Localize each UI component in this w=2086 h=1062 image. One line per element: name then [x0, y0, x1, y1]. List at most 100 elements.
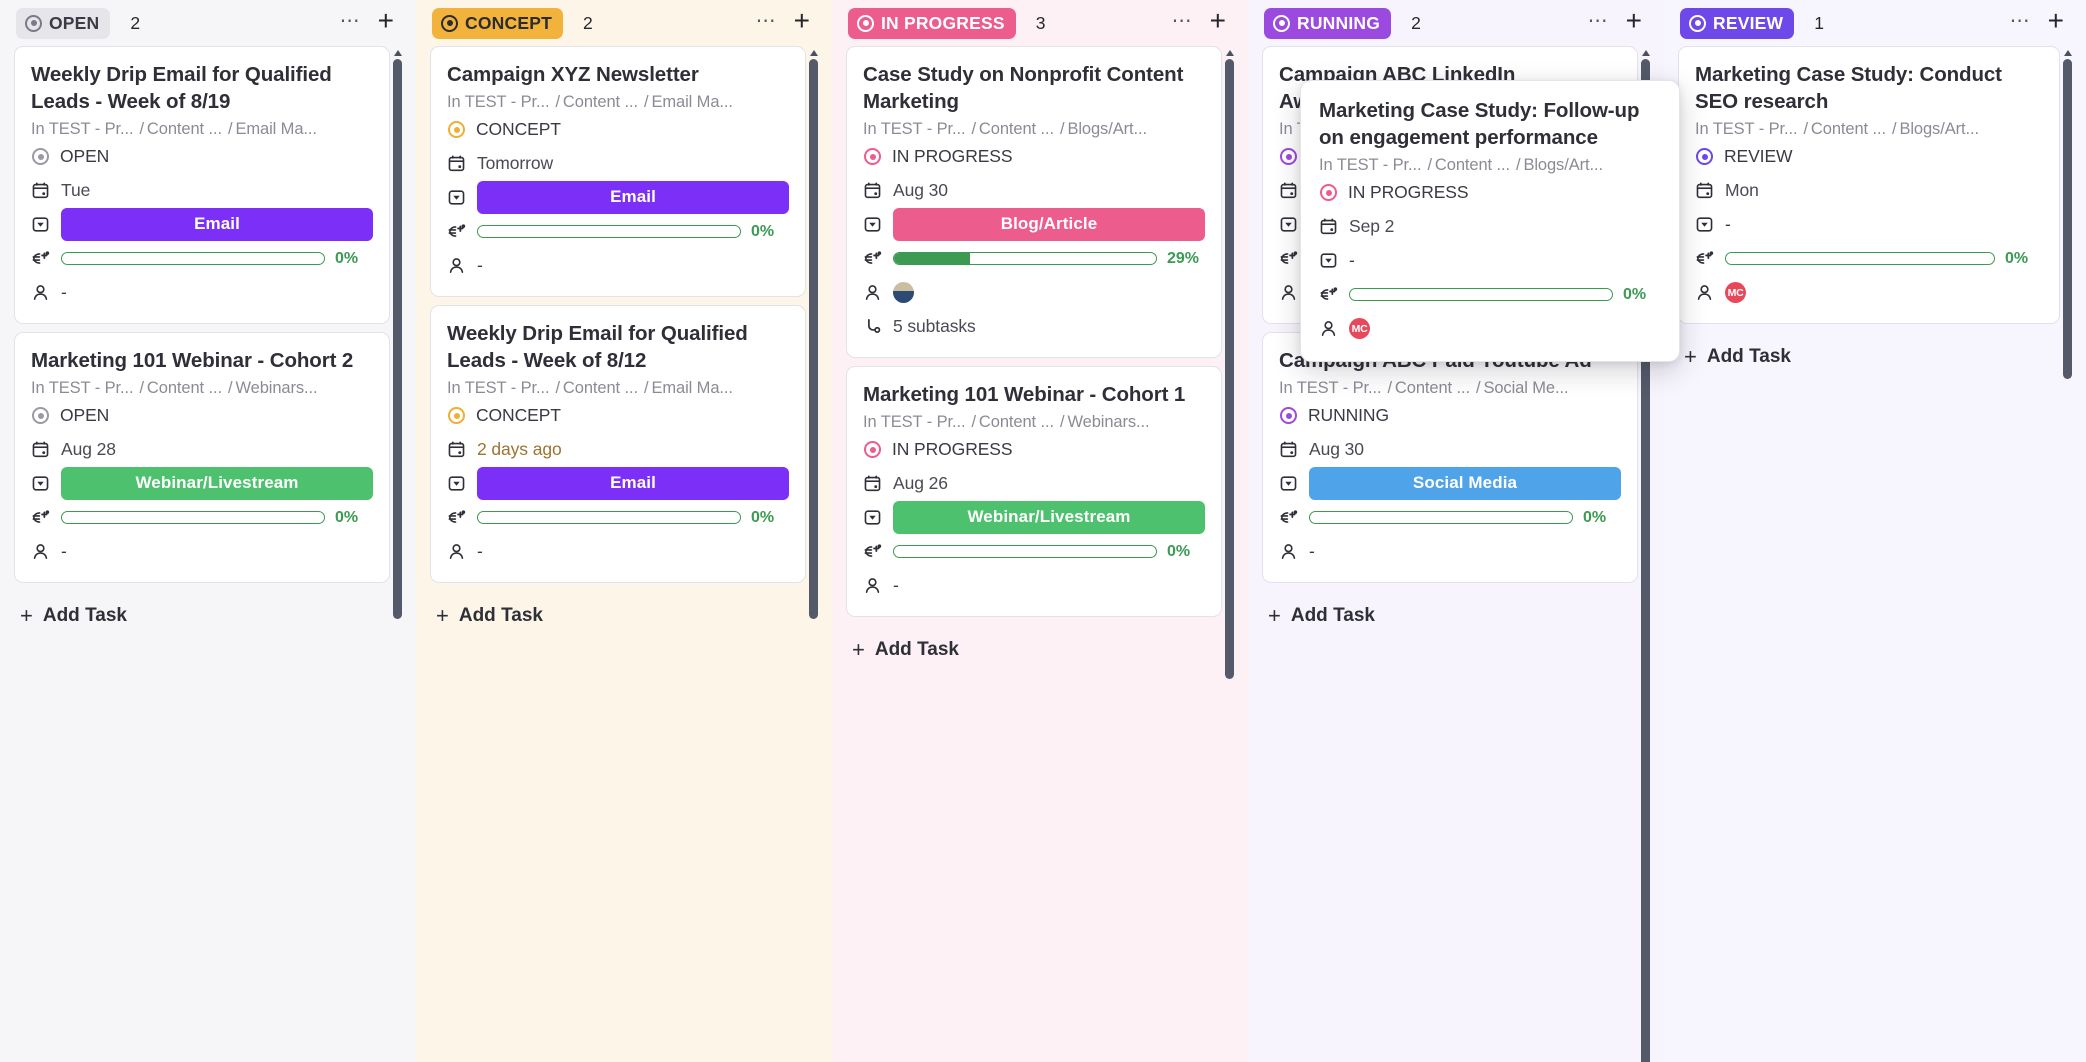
task-status-row[interactable]: REVIEW — [1695, 140, 2043, 173]
scroll-up-arrow-icon[interactable] — [1642, 50, 1650, 56]
task-status-row[interactable]: CONCEPT — [447, 399, 789, 432]
task-due-date-row[interactable]: Aug 26 — [863, 467, 1205, 500]
progress-bar[interactable] — [61, 511, 325, 524]
column-scrollbar[interactable] — [809, 50, 818, 619]
task-tag-row[interactable]: Email — [447, 181, 789, 214]
task-due-date-row[interactable]: Aug 30 — [1279, 433, 1621, 466]
scroll-up-arrow-icon[interactable] — [810, 50, 818, 56]
column-menu-icon[interactable]: ⋯ — [332, 10, 370, 36]
task-assignee-row[interactable]: MC — [1319, 312, 1661, 345]
add-task-button[interactable]: +Add Task — [430, 591, 806, 641]
add-task-button[interactable]: +Add Task — [1678, 332, 2060, 382]
task-progress-row[interactable]: 0% — [447, 215, 789, 248]
column-scrollbar[interactable] — [2063, 50, 2072, 379]
task-card[interactable]: Marketing 101 Webinar - Cohort 2In TEST … — [14, 332, 390, 583]
task-due-date-row[interactable]: 2 days ago — [447, 433, 789, 466]
task-status-row[interactable]: OPEN — [31, 399, 373, 432]
add-task-button[interactable]: +Add Task — [14, 591, 390, 641]
task-status-row[interactable]: CONCEPT — [447, 113, 789, 146]
task-assignee-row[interactable]: - — [447, 535, 789, 568]
progress-bar[interactable] — [1725, 252, 1995, 265]
column-add-icon[interactable]: + — [786, 9, 816, 38]
column-scrollbar[interactable] — [1225, 50, 1234, 679]
task-tag-row[interactable]: Email — [447, 467, 789, 500]
task-status-row[interactable]: IN PROGRESS — [863, 433, 1205, 466]
drag-preview-card[interactable]: Marketing Case Study: Follow-up on engag… — [1300, 80, 1680, 362]
task-due-date-row[interactable]: Mon — [1695, 174, 2043, 207]
column-status-pill[interactable]: REVIEW — [1680, 8, 1794, 39]
task-due-date-row[interactable]: Tue — [31, 174, 373, 207]
task-card[interactable]: Weekly Drip Email for Qualified Leads - … — [430, 305, 806, 583]
task-tag-chip[interactable]: Webinar/Livestream — [893, 501, 1205, 534]
task-card[interactable]: Weekly Drip Email for Qualified Leads - … — [14, 46, 390, 324]
task-assignee-row[interactable]: - — [447, 249, 789, 282]
add-task-button[interactable]: +Add Task — [1262, 591, 1638, 641]
task-card[interactable]: Marketing 101 Webinar - Cohort 1In TEST … — [846, 366, 1222, 617]
column-status-pill[interactable]: CONCEPT — [432, 8, 563, 39]
task-due-date-row[interactable]: Tomorrow — [447, 147, 789, 180]
task-tag-chip[interactable]: Social Media — [1309, 467, 1621, 500]
task-assignee-row[interactable] — [863, 276, 1205, 309]
task-assignee-row[interactable]: - — [31, 535, 373, 568]
task-progress-row[interactable]: 0% — [1695, 242, 2043, 275]
progress-bar[interactable] — [1309, 511, 1573, 524]
column-status-pill[interactable]: IN PROGRESS — [848, 8, 1016, 39]
progress-bar[interactable] — [893, 252, 1157, 265]
task-tag-row[interactable]: - — [1319, 244, 1661, 277]
task-progress-row[interactable]: 0% — [31, 501, 373, 534]
scroll-up-arrow-icon[interactable] — [2064, 50, 2072, 56]
task-status-row[interactable]: IN PROGRESS — [863, 140, 1205, 173]
column-add-icon[interactable]: + — [370, 9, 400, 38]
progress-bar[interactable] — [477, 225, 741, 238]
task-tag-chip[interactable]: Email — [61, 208, 373, 241]
task-tag-row[interactable]: Webinar/Livestream — [31, 467, 373, 500]
scrollbar-thumb[interactable] — [1225, 59, 1234, 679]
column-menu-icon[interactable]: ⋯ — [2002, 10, 2040, 36]
add-task-button[interactable]: +Add Task — [846, 625, 1222, 675]
progress-bar[interactable] — [61, 252, 325, 265]
task-progress-row[interactable]: 29% — [863, 242, 1205, 275]
progress-bar[interactable] — [893, 545, 1157, 558]
task-due-date-row[interactable]: Sep 2 — [1319, 210, 1661, 243]
task-status-row[interactable]: IN PROGRESS — [1319, 176, 1661, 209]
progress-bar[interactable] — [477, 511, 741, 524]
task-card[interactable]: Case Study on Nonprofit Content Marketin… — [846, 46, 1222, 358]
task-tag-chip[interactable]: Blog/Article — [893, 208, 1205, 241]
task-progress-row[interactable]: 0% — [1279, 501, 1621, 534]
column-menu-icon[interactable]: ⋯ — [748, 10, 786, 36]
task-tag-chip[interactable]: Email — [477, 467, 789, 500]
task-progress-row[interactable]: 0% — [31, 242, 373, 275]
task-tag-row[interactable]: Blog/Article — [863, 208, 1205, 241]
task-card[interactable]: Campaign XYZ NewsletterIn TEST - Pr.../C… — [430, 46, 806, 297]
task-subtasks-row[interactable]: 5 subtasks — [863, 310, 1205, 343]
scrollbar-thumb[interactable] — [393, 59, 402, 619]
task-assignee-row[interactable]: MC — [1695, 276, 2043, 309]
task-status-row[interactable]: OPEN — [31, 140, 373, 173]
column-add-icon[interactable]: + — [1202, 9, 1232, 38]
column-add-icon[interactable]: + — [1618, 9, 1648, 38]
scroll-up-arrow-icon[interactable] — [1226, 50, 1234, 56]
column-status-pill[interactable]: OPEN — [16, 8, 110, 39]
task-due-date-row[interactable]: Aug 28 — [31, 433, 373, 466]
task-assignee-row[interactable]: - — [31, 276, 373, 309]
column-add-icon[interactable]: + — [2040, 9, 2070, 38]
task-tag-row[interactable]: - — [1695, 208, 2043, 241]
task-progress-row[interactable]: 0% — [863, 535, 1205, 568]
column-menu-icon[interactable]: ⋯ — [1580, 10, 1618, 36]
task-due-date-row[interactable]: Aug 30 — [863, 174, 1205, 207]
task-progress-row[interactable]: 0% — [447, 501, 789, 534]
task-progress-row[interactable]: 0% — [1319, 278, 1661, 311]
task-status-row[interactable]: RUNNING — [1279, 399, 1621, 432]
scroll-up-arrow-icon[interactable] — [394, 50, 402, 56]
task-card[interactable]: Campaign ABC Paid Youtube AdIn TEST - Pr… — [1262, 332, 1638, 583]
task-assignee-row[interactable]: - — [1279, 535, 1621, 568]
task-assignee-row[interactable]: - — [863, 569, 1205, 602]
column-scrollbar[interactable] — [393, 50, 402, 619]
task-tag-chip[interactable]: Webinar/Livestream — [61, 467, 373, 500]
scrollbar-thumb[interactable] — [2063, 59, 2072, 379]
task-tag-row[interactable]: Social Media — [1279, 467, 1621, 500]
task-tag-chip[interactable]: Email — [477, 181, 789, 214]
task-card[interactable]: Marketing Case Study: Conduct SEO resear… — [1678, 46, 2060, 324]
task-tag-row[interactable]: Webinar/Livestream — [863, 501, 1205, 534]
task-tag-row[interactable]: Email — [31, 208, 373, 241]
